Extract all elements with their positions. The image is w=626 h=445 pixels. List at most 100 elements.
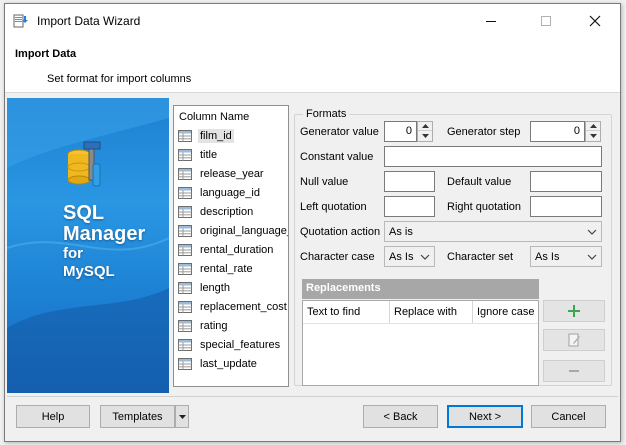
generator-value-input[interactable]: 0 <box>384 121 417 142</box>
constant-value-label: Constant value <box>300 151 374 163</box>
import-data-wizard-window: Import Data Wizard Import Data Set forma… <box>4 3 621 442</box>
right-quotation-input[interactable] <box>530 196 602 217</box>
grid-column-replace-with[interactable]: Replace with <box>390 301 473 323</box>
column-list-item[interactable]: title <box>176 146 288 164</box>
column-list-item[interactable]: rental_duration <box>176 241 288 259</box>
table-column-icon <box>178 263 192 275</box>
templates-dropdown-button[interactable] <box>175 405 189 428</box>
help-button-label: Help <box>41 410 65 423</box>
banner-line-mysql: MySQL <box>63 263 115 280</box>
character-case-select[interactable]: As Is <box>384 246 435 267</box>
spin-down-icon[interactable] <box>418 131 432 140</box>
constant-value-input[interactable] <box>384 146 602 167</box>
formats-legend: Formats <box>303 108 350 120</box>
null-value-input[interactable] <box>384 171 435 192</box>
column-list-item-label: special_features <box>200 339 281 351</box>
footer-separator <box>7 396 618 397</box>
banner-line-sql: SQL <box>63 202 105 224</box>
right-quotation-label: Right quotation <box>447 201 521 213</box>
page-title: Import Data <box>15 48 77 60</box>
table-column-icon <box>178 130 192 142</box>
edit-icon <box>568 333 580 347</box>
character-set-label: Character set <box>447 251 514 263</box>
character-case-value: As Is <box>389 250 414 263</box>
column-list-header: Column Name <box>179 111 250 123</box>
column-list-item-label: rating <box>200 320 228 332</box>
table-column-icon <box>178 149 192 161</box>
next-button-label: Next > <box>468 410 502 423</box>
column-name-list[interactable]: Column Name film_idtitle release_yearlang… <box>173 105 289 387</box>
wizard-app-icon <box>13 14 29 28</box>
generator-value-spinner[interactable] <box>417 121 433 142</box>
help-button[interactable]: Help <box>16 405 90 428</box>
replacements-header: Replacements <box>302 279 539 299</box>
column-list-item-label: length <box>200 282 230 294</box>
character-set-select[interactable]: As Is <box>530 246 602 267</box>
column-list-item[interactable]: rating <box>176 317 288 335</box>
close-button[interactable] <box>585 11 605 31</box>
character-case-label: Character case <box>300 251 375 263</box>
column-list-item[interactable]: special_features <box>176 336 288 354</box>
back-button[interactable]: < Back <box>363 405 438 428</box>
table-column-icon <box>178 244 192 256</box>
next-button[interactable]: Next > <box>447 405 523 428</box>
banner-line-for: for <box>63 245 83 262</box>
quotation-action-label: Quotation action <box>300 226 381 238</box>
cancel-button[interactable]: Cancel <box>531 405 606 428</box>
column-list-item[interactable]: replacement_cost <box>176 298 288 316</box>
column-list-item[interactable]: rental_rate <box>176 260 288 278</box>
spin-down-icon[interactable] <box>586 131 600 140</box>
column-list-item-label: replacement_cost <box>200 301 287 313</box>
maximize-button[interactable] <box>536 11 556 31</box>
spin-up-icon[interactable] <box>586 122 600 131</box>
window-title: Import Data Wizard <box>37 14 141 28</box>
left-quotation-input[interactable] <box>384 196 435 217</box>
minimize-button[interactable] <box>481 11 501 31</box>
table-column-icon <box>178 225 192 237</box>
table-column-icon <box>178 282 192 294</box>
add-replacement-button[interactable] <box>543 300 605 322</box>
spin-up-icon[interactable] <box>418 122 432 131</box>
back-button-label: < Back <box>383 410 418 423</box>
column-list-item[interactable]: original_language_ <box>176 222 288 240</box>
column-list-item[interactable]: language_id <box>176 184 288 202</box>
default-value-input[interactable] <box>530 171 602 192</box>
generator-step-input[interactable]: 0 <box>530 121 585 142</box>
dropdown-arrow-icon <box>178 414 186 419</box>
grid-column-ignore-case[interactable]: Ignore case <box>473 301 538 323</box>
minus-icon <box>569 370 579 372</box>
column-list-item-label: title <box>200 149 218 161</box>
table-column-icon <box>178 358 192 370</box>
database-tools-icon <box>65 140 105 193</box>
remove-replacement-button[interactable] <box>543 360 605 382</box>
left-quotation-label: Left quotation <box>300 201 367 213</box>
replacements-grid[interactable]: Text to find Replace with Ignore case <box>302 300 539 386</box>
generator-step-label: Generator step <box>447 126 521 138</box>
table-column-icon <box>178 339 192 351</box>
wizard-header: Import Data Set format for import column… <box>5 38 620 93</box>
banner-product-name: SQL Manager for MySQL <box>63 203 145 281</box>
templates-button-label: Templates <box>112 410 163 423</box>
column-list-item-label: release_year <box>200 168 264 180</box>
grid-column-text-to-find[interactable]: Text to find <box>303 301 390 323</box>
chevron-down-icon <box>420 254 430 260</box>
column-list-item-label: rental_duration <box>200 244 274 256</box>
column-list-item[interactable]: length <box>176 279 288 297</box>
plus-icon <box>568 305 580 317</box>
null-value-label: Null value <box>300 176 349 188</box>
column-list-item-label: rental_rate <box>200 263 253 275</box>
column-list-item[interactable]: last_update <box>176 355 288 373</box>
column-list-item-label: last_update <box>200 358 257 370</box>
page-subtitle: Set format for import columns <box>47 73 192 85</box>
column-list-item-label: original_language_ <box>200 225 288 237</box>
table-column-icon <box>178 206 192 218</box>
chevron-down-icon <box>587 254 597 260</box>
column-list-item[interactable]: description <box>176 203 288 221</box>
table-column-icon <box>178 320 192 332</box>
generator-step-spinner[interactable] <box>585 121 601 142</box>
column-list-item[interactable]: release_year <box>176 165 288 183</box>
column-list-item[interactable]: film_id <box>176 127 288 145</box>
quotation-action-select[interactable]: As is <box>384 221 602 242</box>
edit-replacement-button[interactable] <box>543 329 605 351</box>
templates-button[interactable]: Templates <box>100 405 175 428</box>
